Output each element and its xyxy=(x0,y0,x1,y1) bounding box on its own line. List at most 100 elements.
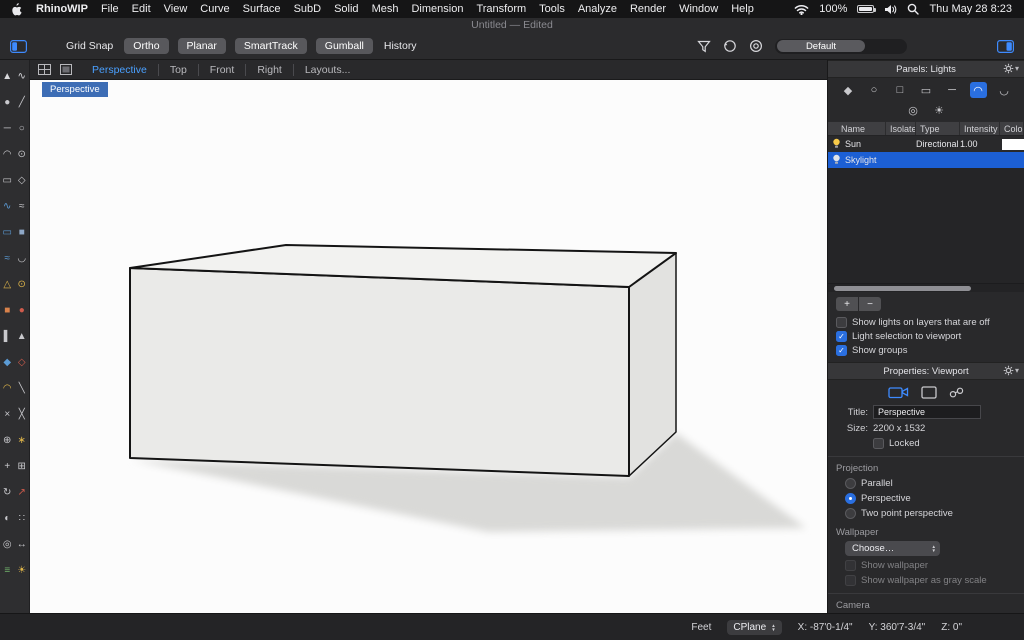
menu-dimension[interactable]: Dimension xyxy=(411,3,463,15)
tube-light-icon[interactable]: ◡ xyxy=(996,82,1013,98)
tab-front[interactable]: Front xyxy=(197,63,246,76)
sweep-tool-icon[interactable]: ◡ xyxy=(15,245,30,271)
skylight-icon[interactable]: ◠ xyxy=(969,82,987,98)
polygon-tool-icon[interactable]: ◇ xyxy=(15,167,30,193)
fillet-tool-icon[interactable]: ◠ xyxy=(0,375,15,401)
pan-tool-icon[interactable]: ↔ xyxy=(15,531,30,557)
loft-tool-icon[interactable]: ≈ xyxy=(0,245,15,271)
chamfer-tool-icon[interactable]: ╲ xyxy=(15,375,30,401)
menu-window[interactable]: Window xyxy=(679,3,718,15)
menu-edit[interactable]: Edit xyxy=(132,3,151,15)
render-target-icon[interactable] xyxy=(749,39,763,53)
planar-toggle[interactable]: Planar xyxy=(177,38,226,54)
toggle-left-sidebar-icon[interactable] xyxy=(10,39,27,53)
perspective-radio[interactable] xyxy=(845,493,856,504)
show-wallpaper-grayscale-checkbox[interactable] xyxy=(845,575,856,586)
join-tool-icon[interactable]: ⊕ xyxy=(0,427,15,453)
perspective-viewport[interactable]: Perspective xyxy=(30,80,827,613)
menu-curve[interactable]: Curve xyxy=(200,3,229,15)
lights-panel-gear-icon[interactable]: ▾ xyxy=(1003,63,1019,74)
cplane-dropdown[interactable]: CPlane ▲ ▼ xyxy=(727,620,782,635)
menu-tools[interactable]: Tools xyxy=(539,3,565,15)
selection-filter-icon[interactable] xyxy=(697,40,711,53)
plane-tool-icon[interactable]: ■ xyxy=(15,219,30,245)
rectangular-light-icon[interactable]: ▭ xyxy=(918,82,935,98)
viewport-title-input[interactable] xyxy=(873,405,981,419)
surface-tool-icon[interactable]: ▭ xyxy=(0,219,15,245)
display-mode-control[interactable]: Default xyxy=(775,38,907,54)
box-tool-icon[interactable]: ■ xyxy=(0,297,15,323)
menu-solid[interactable]: Solid xyxy=(334,3,358,15)
column-intensity[interactable]: Intensity xyxy=(960,122,1000,135)
mirror-tool-icon[interactable]: ◐ xyxy=(0,505,15,531)
viewport-title-chip[interactable]: Perspective xyxy=(42,82,108,97)
point-tool-icon[interactable]: ● xyxy=(0,89,15,115)
array-tool-icon[interactable]: ∷ xyxy=(15,505,30,531)
viewport-canvas[interactable] xyxy=(30,80,827,613)
menu-file[interactable]: File xyxy=(101,3,119,15)
add-light-button[interactable]: + xyxy=(836,297,858,311)
toggle-right-panel-icon[interactable] xyxy=(997,39,1014,53)
sphere-tool-icon[interactable]: ● xyxy=(15,297,30,323)
layer-tool-icon[interactable]: ≡ xyxy=(0,557,15,583)
explode-tool-icon[interactable]: ∗ xyxy=(15,427,30,453)
interpolate-curve-tool-icon[interactable]: ≈ xyxy=(15,193,30,219)
move-tool-icon[interactable]: + xyxy=(0,453,15,479)
app-menu-rhinowip[interactable]: RhinoWIP xyxy=(36,3,88,15)
copy-tool-icon[interactable]: ⊞ xyxy=(15,453,30,479)
menu-analyze[interactable]: Analyze xyxy=(578,3,617,15)
curve-tool-icon[interactable]: ∿ xyxy=(0,193,15,219)
show-lights-off-layers-checkbox[interactable] xyxy=(836,317,847,328)
link-icon[interactable] xyxy=(949,387,964,398)
show-wallpaper-checkbox[interactable] xyxy=(845,560,856,571)
split-tool-icon[interactable]: ╳ xyxy=(15,401,30,427)
menu-subd[interactable]: SubD xyxy=(294,3,322,15)
select-tool-icon[interactable]: ▲ xyxy=(0,63,15,89)
column-isolate[interactable]: Isolate xyxy=(886,122,916,135)
tab-right[interactable]: Right xyxy=(245,63,293,76)
lasso-select-tool-icon[interactable]: ∿ xyxy=(15,63,30,89)
revolve-tool-icon[interactable]: ⊙ xyxy=(15,271,30,297)
properties-panel-gear-icon[interactable]: ▾ xyxy=(1003,365,1019,376)
history-toggle[interactable]: History xyxy=(382,40,419,52)
locked-checkbox[interactable] xyxy=(873,438,884,449)
line-tool-icon[interactable]: ─ xyxy=(0,115,15,141)
gumball-toggle[interactable]: Gumball xyxy=(315,38,373,54)
boolean-difference-tool-icon[interactable]: ◇ xyxy=(15,349,30,375)
scale-tool-icon[interactable]: ↗ xyxy=(15,479,30,505)
menu-bar-clock[interactable]: Thu May 28 8:23 xyxy=(929,3,1012,15)
display-properties-icon[interactable] xyxy=(921,385,937,399)
light-color-swatch[interactable] xyxy=(1002,138,1024,150)
wifi-icon[interactable] xyxy=(794,4,809,15)
cylinder-tool-icon[interactable]: ▌ xyxy=(0,323,15,349)
units-label[interactable]: Feet xyxy=(691,622,711,633)
wallpaper-choose-dropdown[interactable]: Choose… ▲ ▼ xyxy=(845,541,940,556)
remove-light-button[interactable]: − xyxy=(859,297,881,311)
cone-tool-icon[interactable]: ▲ xyxy=(15,323,30,349)
extrude-tool-icon[interactable]: △ xyxy=(0,271,15,297)
viewport-layout-grid-icon[interactable] xyxy=(38,64,51,75)
lights-list-empty-area[interactable] xyxy=(828,168,1024,283)
dome-light-icon[interactable]: ◎ xyxy=(905,102,922,118)
menu-surface[interactable]: Surface xyxy=(243,3,281,15)
arc-tool-icon[interactable]: ◠ xyxy=(0,141,15,167)
viewport-camera-icon[interactable] xyxy=(888,385,909,399)
column-type[interactable]: Type xyxy=(916,122,960,135)
spotlight-icon[interactable]: ◆ xyxy=(840,82,857,98)
undo-view-icon[interactable] xyxy=(723,39,737,53)
light-row-sun[interactable]: Sun Directional 1.00 xyxy=(828,136,1024,152)
light-tool-icon[interactable]: ☀ xyxy=(15,557,30,583)
parallel-radio[interactable] xyxy=(845,478,856,489)
volume-icon[interactable] xyxy=(884,4,897,15)
trim-tool-icon[interactable]: × xyxy=(0,401,15,427)
tab-top[interactable]: Top xyxy=(157,63,198,76)
scrollbar-thumb[interactable] xyxy=(834,286,972,291)
rotate-tool-icon[interactable]: ↻ xyxy=(0,479,15,505)
show-groups-checkbox[interactable]: ✓ xyxy=(836,345,847,356)
two-point-perspective-radio[interactable] xyxy=(845,508,856,519)
tab-layouts[interactable]: Layouts... xyxy=(292,63,362,76)
sun-icon[interactable]: ☀ xyxy=(931,102,948,118)
menu-help[interactable]: Help xyxy=(731,3,754,15)
tab-perspective[interactable]: Perspective xyxy=(81,64,158,76)
polyline-tool-icon[interactable]: ╱ xyxy=(15,89,30,115)
